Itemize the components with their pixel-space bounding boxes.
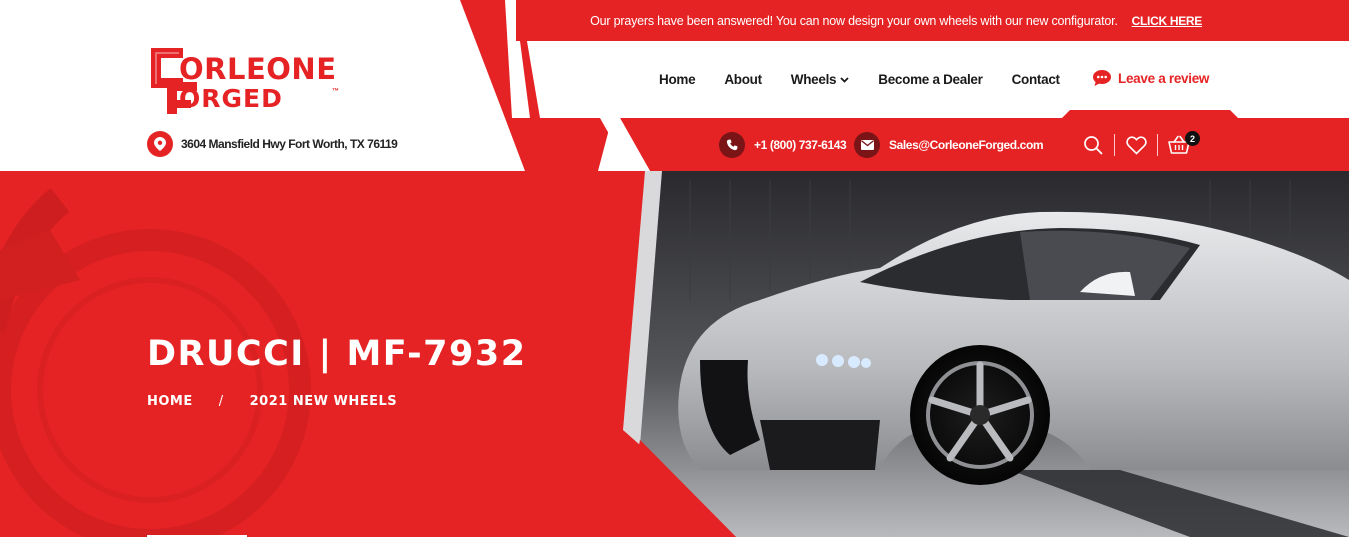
mail-icon <box>854 132 880 158</box>
main-nav: Home About Wheels Become a Dealer Contac… <box>659 72 1089 87</box>
map-pin-icon <box>147 131 173 157</box>
announcement-bar: Our prayers have been answered! You can … <box>516 0 1349 41</box>
announcement-message: Our prayers have been answered! You can … <box>590 13 1118 28</box>
logo-text-forged: ORGED <box>179 84 283 113</box>
leave-a-review-label: Leave a review <box>1118 70 1210 86</box>
phone-icon <box>719 132 745 158</box>
phone-number: +1 (800) 737-6143 <box>754 138 847 152</box>
logo-trademark: ™ <box>332 88 339 95</box>
search-icon[interactable] <box>1082 134 1104 156</box>
site-logo[interactable]: ORLEONE ORGED ™ <box>147 44 397 116</box>
nav-wheels-label: Wheels <box>790 72 837 87</box>
page-title: DRUCCI | MF-7932 <box>147 334 527 374</box>
studio-wall-lines <box>689 180 1291 300</box>
car-wheel-graphic <box>910 345 1050 485</box>
breadcrumb: HOME / 2021 NEW WHEELS <box>147 394 397 409</box>
cart-icon[interactable]: 2 <box>1168 131 1200 156</box>
nav-home[interactable]: Home <box>659 72 696 87</box>
phone-link[interactable]: +1 (800) 737-6143 <box>719 132 847 158</box>
click-here-link[interactable]: CLICK HERE <box>1132 14 1203 28</box>
nav-about[interactable]: About <box>724 72 762 87</box>
hero-photo-area <box>640 171 1349 537</box>
header-tools: 2 <box>1082 131 1200 158</box>
car-graphic <box>678 211 1349 485</box>
logo-text-corleone: ORLEONE <box>179 52 337 86</box>
store-address: 3604 Mansfield Hwy Fort Worth, TX 76119 <box>147 131 398 157</box>
nav-contact[interactable]: Contact <box>1012 72 1060 87</box>
heart-icon[interactable] <box>1125 134 1147 156</box>
address-text: 3604 Mansfield Hwy Fort Worth, TX 76119 <box>181 137 398 151</box>
leave-a-review-link[interactable]: Leave a review <box>1092 69 1209 87</box>
tool-divider <box>1157 134 1158 156</box>
email-address: Sales@CorleoneForged.com <box>889 138 1044 152</box>
nav-become-a-dealer[interactable]: Become a Dealer <box>878 72 983 87</box>
breadcrumb-separator: / <box>218 394 224 409</box>
nav-wheels[interactable]: Wheels <box>791 72 849 87</box>
breadcrumb-current: 2021 NEW WHEELS <box>249 394 398 409</box>
email-link[interactable]: Sales@CorleoneForged.com <box>854 132 1044 158</box>
chevron-down-icon <box>840 76 849 83</box>
tool-divider <box>1114 134 1115 156</box>
chat-bubble-icon <box>1093 70 1111 86</box>
cart-count-badge: 2 <box>1185 131 1200 146</box>
breadcrumb-home[interactable]: HOME <box>147 394 193 409</box>
